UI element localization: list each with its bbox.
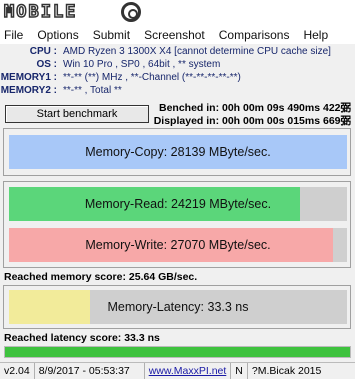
info-value: **-** , Total ** (63, 85, 122, 96)
website-link[interactable]: www.MaxxPI.net (149, 365, 227, 377)
memory-copy-bar: Memory-Copy: 28139 MByte/sec. (9, 135, 347, 169)
progress-bar (4, 346, 351, 358)
memory-score: Reached memory score: 25.64 GB/sec. (4, 271, 198, 283)
read-write-panel: Memory-Read: 24219 MByte/sec. Memory-Wri… (3, 181, 351, 268)
timing-info: Benched in: 00h 00m 09s 490ms 422弼 Displ… (154, 102, 351, 128)
status-flag: N (231, 363, 248, 379)
logo-globe-icon (121, 2, 141, 22)
menu-comparisons[interactable]: Comparisons (219, 28, 290, 42)
logo-text: MOBILE (3, 1, 78, 23)
info-value: AMD Ryzen 3 1300X X4 [cannot determine C… (63, 46, 331, 57)
system-info: CPU : AMD Ryzen 3 1300X X4 [cannot deter… (0, 46, 355, 98)
start-benchmark-button[interactable]: Start benchmark (5, 105, 149, 123)
info-key: CPU : (29, 46, 57, 57)
info-row-memory2: MEMORY2 : **-** , Total ** (0, 85, 122, 97)
menu-screenshot[interactable]: Screenshot (144, 28, 205, 42)
memory-latency-bar: Memory-Latency: 33.3 ns (9, 290, 347, 324)
menu-file[interactable]: File (4, 28, 23, 42)
memory-read-label: Memory-Read: 24219 MByte/sec. (84, 197, 272, 211)
menu-options[interactable]: Options (37, 28, 78, 42)
status-author: ?M.Bicak 2015 (251, 365, 322, 377)
memory-write-label: Memory-Write: 27070 MByte/sec. (85, 238, 271, 252)
menu-bar: File Options Submit Screenshot Compariso… (0, 26, 355, 44)
status-version: v2.04 (0, 363, 35, 379)
info-row-memory1: MEMORY1 : **-** (**) MHz , **-Channel (*… (0, 72, 241, 84)
menu-help[interactable]: Help (303, 28, 328, 42)
info-value: Win 10 Pro , SP0 , 64bit , ** system (63, 59, 221, 70)
info-value: **-** (**) MHz , **-Channel (**-**-**-**… (63, 72, 241, 83)
menu-submit[interactable]: Submit (93, 28, 130, 42)
info-key: MEMORY1 : (0, 72, 57, 83)
info-key: MEMORY2 : (0, 85, 57, 96)
benched-time: Benched in: 00h 00m 09s 490ms 422弼 (158, 102, 351, 114)
memory-copy-label: Memory-Copy: 28139 MByte/sec. (85, 145, 271, 159)
memory-write-bar: Memory-Write: 27070 MByte/sec. (9, 228, 347, 262)
progress-fill (5, 347, 350, 357)
status-bar: v2.04 8/9/2017 - 05:53:37 www.MaxxPI.net… (0, 362, 355, 379)
copy-panel: Memory-Copy: 28139 MByte/sec. (3, 128, 351, 176)
status-datetime: 8/9/2017 - 05:53:37 (35, 363, 145, 379)
latency-score: Reached latency score: 33.3 ns (4, 332, 160, 344)
status-url[interactable]: www.MaxxPI.net (145, 363, 232, 379)
info-row-os: OS : Win 10 Pro , SP0 , 64bit , ** syste… (0, 59, 220, 71)
memory-latency-label: Memory-Latency: 33.3 ns (107, 300, 249, 314)
latency-panel: Memory-Latency: 33.3 ns (3, 285, 351, 329)
logo-header: MOBILE (0, 0, 355, 26)
info-row-cpu: CPU : AMD Ryzen 3 1300X X4 [cannot deter… (0, 46, 331, 58)
memory-read-bar: Memory-Read: 24219 MByte/sec. (9, 187, 347, 221)
info-key: OS : (36, 59, 57, 70)
displayed-time: Displayed in: 00h 00m 00s 015ms 669弼 (153, 115, 351, 127)
